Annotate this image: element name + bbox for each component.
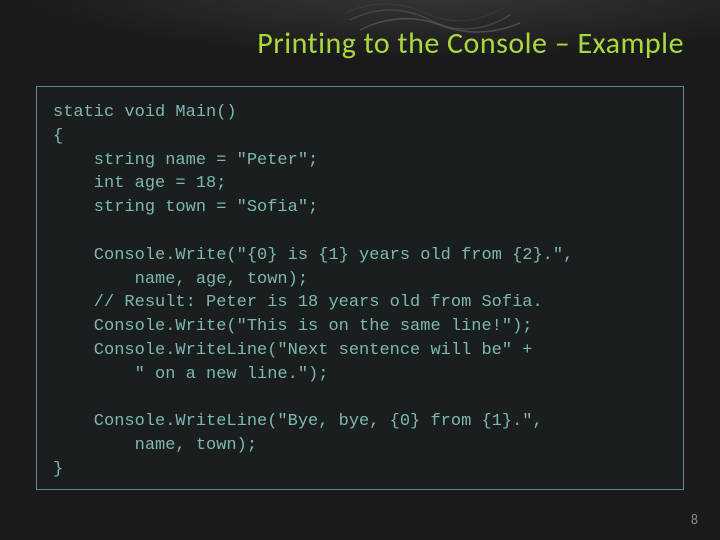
code-line: int age = 18; [53, 174, 226, 193]
code-line: Console.Write("{0} is {1} years old from… [53, 246, 573, 265]
slide-title: Printing to the Console – Example [0, 25, 684, 62]
code-line: name, age, town); [53, 270, 308, 289]
code-line: { [53, 127, 63, 146]
code-line: " on a new line."); [53, 365, 328, 384]
code-line: string name = "Peter"; [53, 151, 318, 170]
code-example-box: static void Main() { string name = "Pete… [36, 86, 684, 490]
code-line: name, town); [53, 436, 257, 455]
page-number: 8 [691, 511, 698, 528]
code-line: string town = "Sofia"; [53, 198, 318, 217]
code-line: static void Main() [53, 103, 237, 122]
code-line: } [53, 460, 63, 479]
code-line: // Result: Peter is 18 years old from So… [53, 293, 543, 312]
code-line: Console.WriteLine("Next sentence will be… [53, 341, 532, 360]
code-line: Console.WriteLine("Bye, bye, {0} from {1… [53, 412, 543, 431]
code-line: Console.Write("This is on the same line!… [53, 317, 532, 336]
